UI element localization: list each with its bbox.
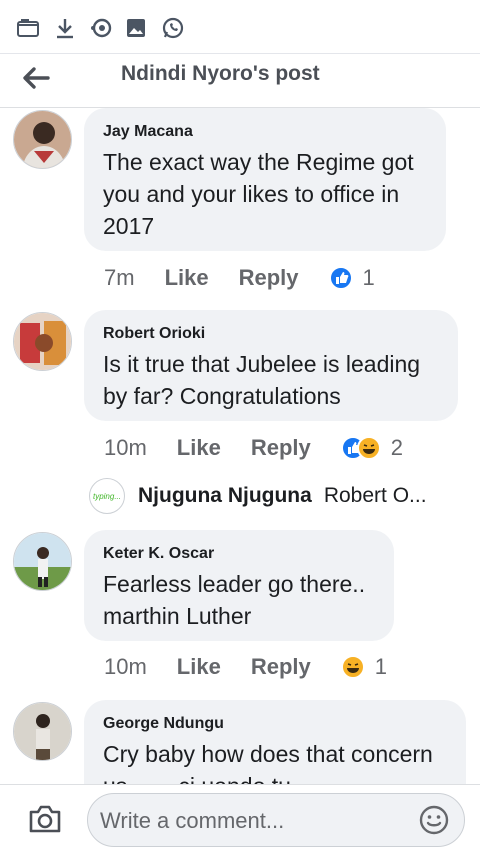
reactions[interactable]: 1 [328,265,375,291]
comment-bubble: George Ndungu Cry baby how does that con… [84,700,466,784]
comments-feed[interactable]: Jay Macana The exact way the Regime got … [0,108,480,784]
comment-text: Is it true that Jubelee is leading by fa… [103,348,440,412]
comment-actions: 7m Like Reply 1 [104,263,375,293]
comment-time: 10m [104,435,147,460]
comment-text-line: Is it true that Jubelee is leading [103,351,421,377]
comment-actions: 10m Like Reply 1 [104,652,387,682]
like-reaction-icon [328,266,353,290]
comment-text-line: Fearless leader go there.. [103,571,366,597]
comment-text: Cry baby how does that concern us ......… [103,738,448,784]
back-arrow-icon[interactable] [20,64,52,92]
comment-text-line: you and your likes to office in [103,181,400,207]
reply-button[interactable]: Reply [239,265,299,291]
comment-text-line: The exact way the Regime got [103,149,414,175]
reaction-count: 1 [374,654,387,679]
avatar[interactable] [13,110,72,169]
emoji-icon[interactable] [418,804,450,836]
like-button[interactable]: Like [177,435,221,461]
sync-icon[interactable] [89,16,113,40]
camera-icon[interactable] [27,803,63,835]
comment-composer: Write a comment... [0,784,480,854]
top-toolbar [0,0,480,54]
reactions[interactable]: 2 [340,435,403,461]
comment-input-placeholder: Write a comment... [100,808,285,833]
reaction-count: 2 [390,435,403,460]
avatar[interactable] [13,312,72,371]
comment-input[interactable]: Write a comment... [87,793,465,847]
comment-author[interactable]: Robert Orioki [103,324,440,344]
reply-button[interactable]: Reply [251,654,311,680]
reply-snippet: Robert O... [323,484,427,507]
comment-bubble: Keter K. Oscar Fearless leader go there.… [84,530,394,641]
reply-button[interactable]: Reply [251,435,311,461]
comment-author[interactable]: Keter K. Oscar [103,544,376,564]
reaction-count: 1 [362,265,375,290]
comment-bubble: Jay Macana The exact way the Regime got … [84,108,446,251]
comment-text: Fearless leader go there.. marthin Luthe… [103,568,376,632]
image-icon[interactable] [124,16,148,40]
post-header: Ndindi Nyoro's post [0,54,480,108]
comment-text: The exact way the Regime got you and you… [103,146,428,242]
comment-author[interactable]: Jay Macana [103,122,428,142]
comment-bubble: Robert Orioki Is it true that Jubelee is… [84,310,458,421]
comment-author[interactable]: George Ndungu [103,714,448,734]
comment-text-line: 2017 [103,213,155,239]
folder-clock-icon[interactable] [16,16,40,40]
reply-author[interactable]: Njuguna Njuguna [138,484,312,508]
comment-text-line: us ...... ci uando tu [103,770,448,784]
comment-actions: 10m Like Reply 2 [104,433,403,463]
like-button[interactable]: Like [165,265,209,291]
like-button[interactable]: Like [177,654,221,680]
download-icon[interactable] [53,16,77,40]
reply-preview[interactable]: typing... Njuguna Njuguna Robert O... [89,478,427,514]
avatar[interactable] [13,702,72,761]
avatar[interactable] [13,532,72,591]
page-title: Ndindi Nyoro's post [121,62,320,85]
reply-avatar-typing-icon: typing... [89,478,125,514]
comment-text-line: Cry baby how does that concern [103,741,433,767]
comment-time: 7m [104,265,135,290]
reactions[interactable]: 1 [340,654,387,680]
haha-reaction-icon [356,436,381,460]
comment-text-line: marthin Luther [103,603,252,629]
comment-text-line: by far? Congratulations [103,383,341,409]
whatsapp-icon[interactable] [161,16,185,40]
comment-time: 10m [104,654,147,679]
haha-reaction-icon [340,655,365,679]
